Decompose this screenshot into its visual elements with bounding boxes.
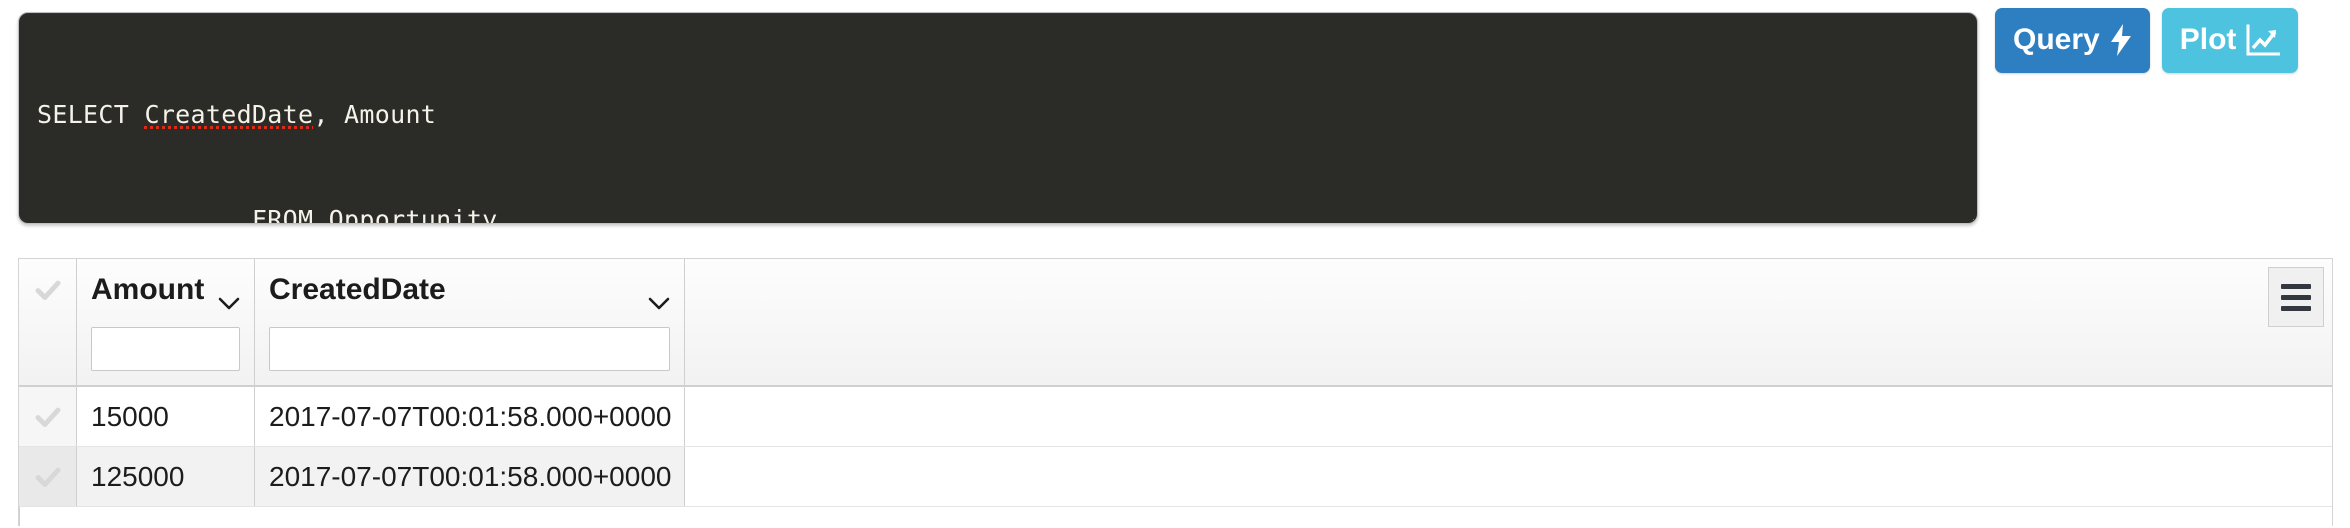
sql-line-1-misspelled-token: CreatedDate (144, 100, 314, 129)
soql-query-page: SELECT CreatedDate, Amount FROM Opportun… (0, 0, 2350, 528)
amount-filter-input[interactable] (91, 327, 240, 371)
cell-createddate: 2017-07-07T00:01:58.000+0000 (255, 447, 685, 506)
cell-createddate: 2017-07-07T00:01:58.000+0000 (255, 387, 685, 446)
cell-spacer (685, 447, 2332, 506)
hamburger-menu-icon[interactable] (2268, 267, 2324, 327)
row-select-checkbox[interactable] (19, 447, 77, 506)
grid-header-spacer (685, 259, 2332, 385)
plot-button[interactable]: Plot (2161, 8, 2299, 73)
sql-line-1-prefix: SELECT (37, 100, 145, 129)
sql-query-textarea[interactable]: SELECT CreatedDate, Amount FROM Opportun… (18, 12, 1978, 224)
chart-line-icon (2246, 24, 2281, 56)
query-button[interactable]: Query (1995, 8, 2150, 73)
results-data-grid: Amount CreatedDate 15000 2017-07-07T00:0… (18, 258, 2333, 526)
cell-amount: 15000 (77, 387, 255, 446)
grid-filter-wrap-createddate (255, 321, 684, 377)
grid-header-cell-createddate[interactable]: CreatedDate (255, 259, 685, 385)
grid-header-createddate-label: CreatedDate (269, 273, 446, 306)
checkmark-icon (33, 402, 63, 432)
row-select-checkbox[interactable] (19, 387, 77, 446)
grid-header-createddate-label-row: CreatedDate (255, 259, 684, 321)
query-button-label: Query (2013, 23, 2100, 56)
grid-filter-wrap-amount (77, 321, 254, 377)
query-editor-row: SELECT CreatedDate, Amount FROM Opportun… (0, 0, 2350, 232)
plot-button-label: Plot (2179, 23, 2237, 56)
table-row[interactable]: 15000 2017-07-07T00:01:58.000+0000 (19, 387, 2332, 447)
chevron-down-icon[interactable] (648, 284, 670, 309)
lightning-bolt-icon (2110, 24, 2132, 56)
table-row[interactable]: 125000 2017-07-07T00:01:58.000+0000 (19, 447, 2332, 507)
query-editor-container: SELECT CreatedDate, Amount FROM Opportun… (18, 12, 1978, 224)
sql-line-1-suffix: , Amount (313, 100, 437, 129)
grid-body: 15000 2017-07-07T00:01:58.000+0000 12500… (19, 387, 2332, 526)
select-all-checkbox[interactable] (19, 259, 76, 321)
cell-spacer (685, 387, 2332, 446)
editor-action-buttons: Query Plot (1995, 8, 2299, 73)
checkmark-icon (33, 275, 63, 305)
checkmark-icon (33, 462, 63, 492)
grid-header-amount-label: Amount (91, 273, 205, 306)
cell-amount: 125000 (77, 447, 255, 506)
createddate-filter-input[interactable] (269, 327, 670, 371)
grid-empty-area (19, 507, 77, 526)
sql-line-1: SELECT CreatedDate, Amount (37, 97, 1959, 132)
sql-line-2: FROM Opportunity (37, 205, 498, 224)
grid-header-select-column (19, 259, 77, 385)
grid-header-cell-amount[interactable]: Amount (77, 259, 255, 385)
grid-header-amount-label-row: Amount (77, 259, 254, 321)
chevron-down-icon[interactable] (218, 284, 240, 309)
grid-header-row: Amount CreatedDate (19, 259, 2332, 387)
